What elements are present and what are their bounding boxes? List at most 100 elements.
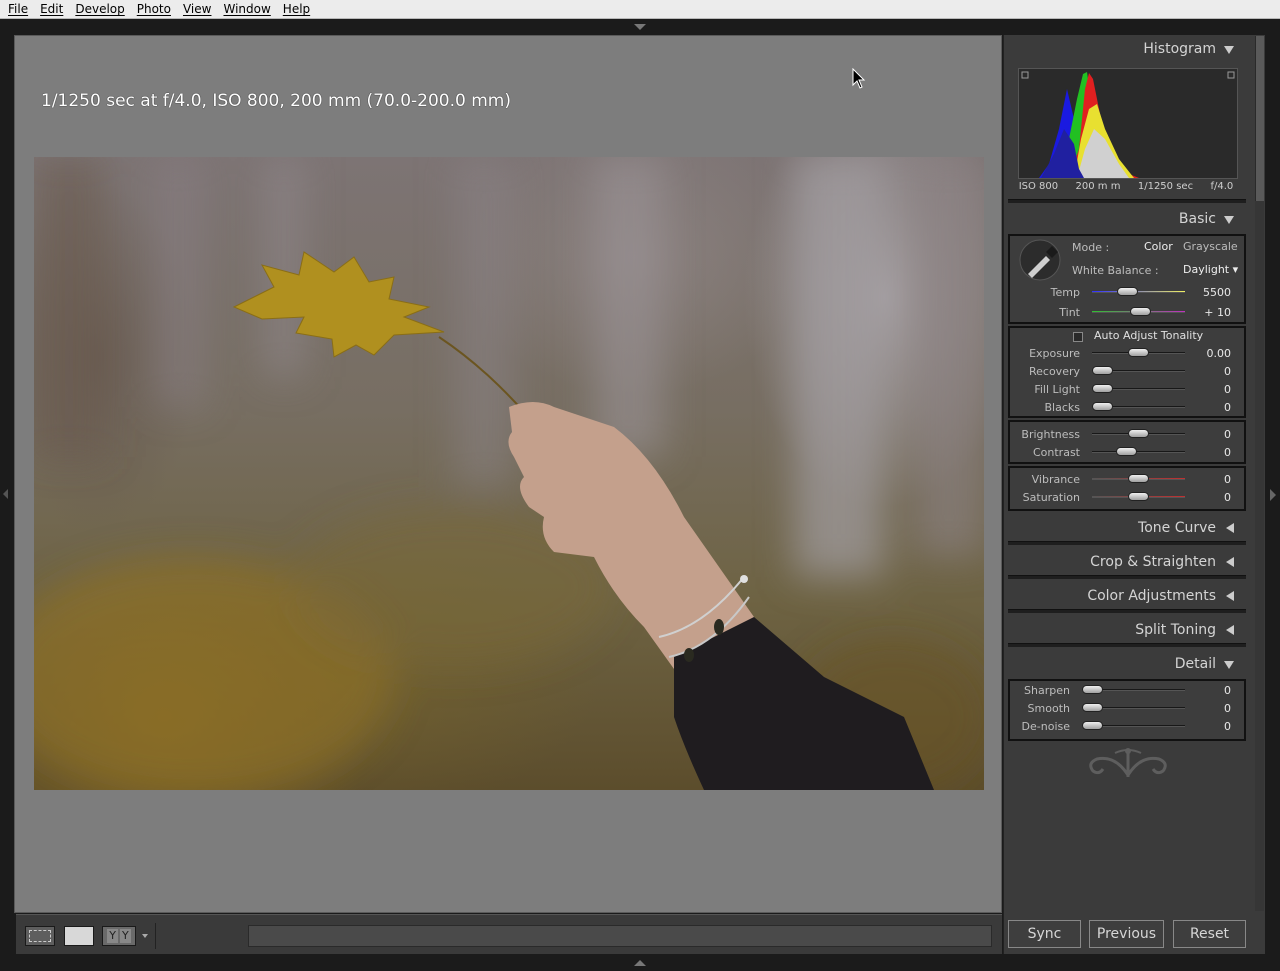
before-after-dropdown-icon[interactable] xyxy=(142,934,148,938)
menu-photo[interactable]: Photo xyxy=(133,2,175,16)
exif-info-overlay: 1/1250 sec at f/4.0, ISO 800, 200 mm (70… xyxy=(41,91,511,111)
expand-icon xyxy=(1226,625,1234,635)
saturation-value[interactable]: 0 xyxy=(1191,491,1231,504)
menu-file[interactable]: File xyxy=(4,2,32,16)
menu-view[interactable]: View xyxy=(179,2,215,16)
sharpen-value[interactable]: 0 xyxy=(1191,684,1231,697)
denoise-value[interactable]: 0 xyxy=(1191,720,1231,733)
tone-curve-header[interactable]: Tone Curve xyxy=(1008,515,1246,541)
after-icon: Y xyxy=(120,929,131,943)
recovery-slider-thumb[interactable] xyxy=(1092,366,1113,375)
menu-develop[interactable]: Develop xyxy=(71,2,128,16)
blacks-slider[interactable] xyxy=(1092,402,1185,411)
expand-icon xyxy=(1226,591,1234,601)
tint-value[interactable]: + 10 xyxy=(1191,306,1231,319)
brightness-slider[interactable] xyxy=(1092,429,1185,438)
recovery-slider[interactable] xyxy=(1092,366,1185,375)
temp-slider[interactable] xyxy=(1092,287,1185,296)
sharpen-slider-thumb[interactable] xyxy=(1082,685,1103,694)
crop-straighten-header[interactable]: Crop & Straighten xyxy=(1008,549,1246,575)
collapse-bottom-panel-icon[interactable] xyxy=(634,960,646,966)
smooth-slider[interactable] xyxy=(1082,703,1185,712)
blacks-value[interactable]: 0 xyxy=(1191,401,1231,414)
brightness-value[interactable]: 0 xyxy=(1191,428,1231,441)
toolbar-divider xyxy=(155,923,156,949)
detail-title: Detail xyxy=(1174,656,1216,672)
vibrance-slider[interactable] xyxy=(1092,474,1185,483)
histogram-chart xyxy=(1021,71,1235,178)
mode-grayscale-option[interactable]: Grayscale xyxy=(1183,240,1238,253)
auto-tonality-checkbox[interactable] xyxy=(1073,332,1083,342)
expand-left-panel-icon[interactable] xyxy=(3,489,8,499)
vibrance-slider-thumb[interactable] xyxy=(1128,474,1149,483)
histogram-focal: 200 m m xyxy=(1075,181,1121,192)
denoise-slider-thumb[interactable] xyxy=(1082,721,1103,730)
panel-scrollbar-track[interactable] xyxy=(1255,201,1264,911)
sync-button[interactable]: Sync xyxy=(1008,920,1081,948)
fill-light-slider-thumb[interactable] xyxy=(1092,384,1113,393)
before-after-button[interactable]: Y Y xyxy=(102,926,136,946)
histogram-header[interactable]: Histogram xyxy=(1008,36,1246,62)
denoise-label: De-noise xyxy=(1021,720,1070,733)
tint-slider-thumb[interactable] xyxy=(1130,307,1151,316)
fill-light-value[interactable]: 0 xyxy=(1191,383,1231,396)
mouse-pointer-icon xyxy=(852,68,866,89)
shadow-clipping-icon xyxy=(1021,71,1029,79)
wb-label: White Balance : xyxy=(1072,264,1159,277)
basic-header[interactable]: Basic xyxy=(1008,206,1246,232)
smooth-slider-thumb[interactable] xyxy=(1082,703,1103,712)
vibrance-value[interactable]: 0 xyxy=(1191,473,1231,486)
sharpen-label: Sharpen xyxy=(1024,684,1070,697)
fill-light-slider[interactable] xyxy=(1092,384,1185,393)
contrast-slider[interactable] xyxy=(1092,447,1185,456)
menu-bar: File Edit Develop Photo View Window Help xyxy=(0,0,1280,19)
loupe-view-button[interactable] xyxy=(64,926,94,946)
blacks-slider-thumb[interactable] xyxy=(1092,402,1113,411)
denoise-slider[interactable] xyxy=(1082,721,1185,730)
saturation-slider[interactable] xyxy=(1092,492,1185,501)
contrast-value[interactable]: 0 xyxy=(1191,446,1231,459)
recovery-label: Recovery xyxy=(1028,365,1080,378)
exposure-slider-thumb[interactable] xyxy=(1128,348,1149,357)
auto-tonality-label: Auto Adjust Tonality xyxy=(1094,329,1204,342)
contrast-label: Contrast xyxy=(1032,446,1080,459)
eyedropper-icon[interactable] xyxy=(1018,238,1064,282)
reset-button[interactable]: Reset xyxy=(1173,920,1246,948)
photo-preview[interactable] xyxy=(34,157,984,790)
previous-button[interactable]: Previous xyxy=(1089,920,1164,948)
crop-icon xyxy=(29,930,51,942)
crop-tool-button[interactable] xyxy=(25,926,55,946)
crop-straighten-title: Crop & Straighten xyxy=(1090,554,1216,570)
brightness-slider-thumb[interactable] xyxy=(1128,429,1149,438)
menu-help[interactable]: Help xyxy=(279,2,314,16)
panel-end-ornament-icon xyxy=(1089,748,1167,777)
mode-color-option[interactable]: Color xyxy=(1144,240,1173,253)
menu-edit[interactable]: Edit xyxy=(36,2,67,16)
detail-header[interactable]: Detail xyxy=(1008,651,1246,677)
panel-scrollbar-thumb[interactable] xyxy=(1255,36,1264,201)
smooth-value[interactable]: 0 xyxy=(1191,702,1231,715)
vibrance-label: Vibrance xyxy=(1031,473,1080,486)
histogram-info: ISO 800 200 m m 1/1250 sec f/4.0 xyxy=(1010,181,1242,192)
exposure-value[interactable]: 0.00 xyxy=(1191,347,1232,360)
recovery-value[interactable]: 0 xyxy=(1191,365,1231,378)
temp-slider-thumb[interactable] xyxy=(1117,287,1138,296)
sharpen-slider[interactable] xyxy=(1082,685,1185,694)
histogram-graph[interactable] xyxy=(1018,68,1238,179)
tint-slider[interactable] xyxy=(1092,307,1185,316)
exposure-slider[interactable] xyxy=(1092,348,1185,357)
toolbar-content-area xyxy=(248,925,992,947)
collapse-right-panel-icon[interactable] xyxy=(1270,489,1276,501)
histogram-aperture: f/4.0 xyxy=(1210,181,1234,192)
image-canvas[interactable]: 1/1250 sec at f/4.0, ISO 800, 200 mm (70… xyxy=(14,35,1002,913)
color-adjustments-header[interactable]: Color Adjustments xyxy=(1008,583,1246,609)
split-toning-header[interactable]: Split Toning xyxy=(1008,617,1246,643)
temp-value[interactable]: 5500 xyxy=(1191,286,1231,299)
wb-dropdown[interactable]: Daylight ▾ xyxy=(1183,263,1238,276)
highlight-clipping-icon xyxy=(1227,71,1235,79)
menu-window[interactable]: Window xyxy=(219,2,274,16)
contrast-slider-thumb[interactable] xyxy=(1116,447,1137,456)
collapse-top-panel-icon[interactable] xyxy=(634,24,646,30)
saturation-slider-thumb[interactable] xyxy=(1128,492,1149,501)
histogram-title: Histogram xyxy=(1143,41,1216,57)
